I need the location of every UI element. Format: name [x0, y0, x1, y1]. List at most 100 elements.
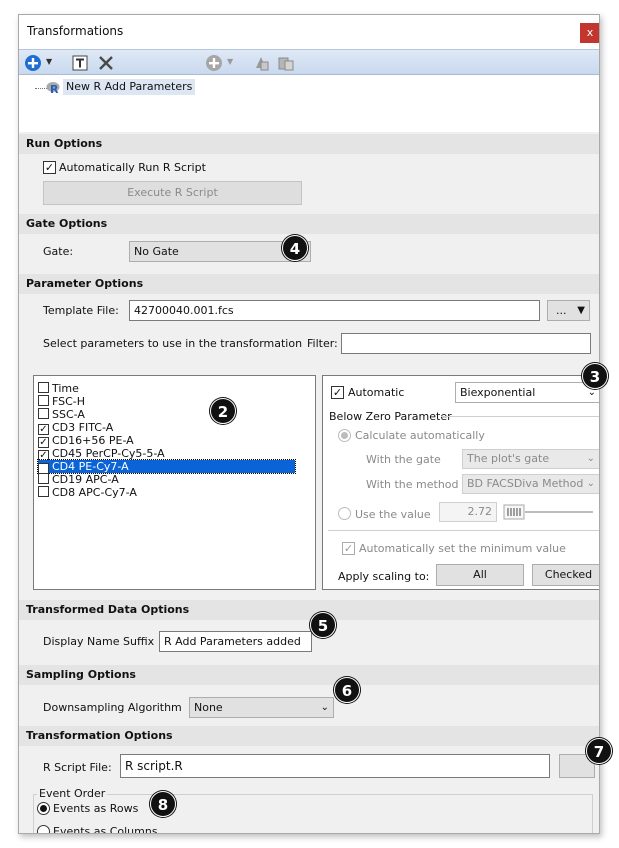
options-panel: Run Options ✓ Automatically Run R Script… [19, 132, 599, 834]
paste-icon [278, 57, 294, 71]
param-checkbox[interactable] [38, 382, 49, 393]
callout-badge: 7 [586, 738, 612, 764]
chevron-down-icon: ▼ [577, 305, 585, 316]
auto-run-label: Automatically Run R Script [59, 161, 206, 174]
chevron-down-icon: ⌄ [320, 702, 329, 713]
r-script-file-input[interactable]: R script.R [120, 754, 550, 778]
browse-label: ... [556, 304, 567, 317]
callout-badge: 8 [150, 791, 176, 817]
automatic-checkbox[interactable]: ✓ [331, 386, 344, 399]
list-item[interactable]: ✓ CD45 PerCP-Cy5-5-A [38, 447, 165, 461]
downsampling-value: None [194, 701, 223, 714]
transformation-options-header: Transformation Options [19, 726, 599, 746]
param-name: SSC-A [52, 408, 85, 421]
value-input[interactable]: 2.72 [439, 502, 497, 522]
callout-badge: 5 [310, 612, 336, 638]
list-item[interactable]: CD19 APC-A [38, 473, 119, 486]
list-item[interactable]: ✓ CD16+56 PE-A [38, 434, 134, 448]
chevron-down-icon: ⌄ [586, 478, 595, 489]
method-dropdown[interactable]: BD FACSDiva Method ⌄ [462, 474, 599, 494]
execute-r-script-button[interactable]: Execute R Script [43, 181, 302, 205]
use-value-radio[interactable] [338, 507, 351, 520]
delete-icon[interactable] [97, 54, 115, 72]
list-item[interactable]: CD8 APC-Cy7-A [38, 486, 137, 499]
param-name: Time [52, 382, 79, 395]
list-item[interactable]: Time [38, 382, 79, 395]
transformations-window: Transformations x ▼ ▼ R New R Add Parame… [18, 14, 600, 834]
template-file-input[interactable]: 42700040.001.fcs [129, 300, 540, 321]
auto-min-checkbox[interactable]: ✓ [342, 542, 355, 555]
gate-method-dropdown[interactable]: The plot's gate ⌄ [462, 449, 599, 469]
callout-badge: 3 [582, 363, 608, 389]
callout-badge: 6 [334, 677, 360, 703]
svg-text:R: R [50, 83, 59, 96]
auto-run-checkbox[interactable]: ✓ [43, 161, 56, 174]
add-disabled-arrow-icon: ▼ [227, 57, 234, 66]
param-name: CD45 PerCP-Cy5-5-A [52, 447, 165, 460]
chevron-down-icon: ⌄ [586, 453, 595, 464]
value-slider[interactable] [503, 503, 595, 521]
apply-scaling-label: Apply scaling to: [338, 570, 430, 583]
downsampling-dropdown[interactable]: None ⌄ [189, 697, 334, 718]
events-as-rows-radio[interactable] [37, 802, 50, 815]
title-bar: Transformations x [19, 15, 599, 49]
use-value-label: Use the value [355, 508, 431, 521]
parameter-list: Time FSC-H SSC-A ✓ CD3 FITC-A ✓ CD16+56 PE… [33, 375, 316, 590]
scaling-panel: ✓ Automatic Biexponential ⌄ Below Zero P… [322, 375, 599, 590]
param-checkbox[interactable] [38, 395, 49, 406]
with-method-label: With the method [366, 478, 459, 491]
list-item[interactable]: ✓ CD3 FITC-A [38, 421, 114, 435]
with-gate-label: With the gate [366, 453, 441, 466]
param-name: FSC-H [52, 395, 86, 408]
add-dropdown-arrow-icon[interactable]: ▼ [46, 57, 52, 66]
tree-item-new-r-add-parameters[interactable]: New R Add Parameters [63, 79, 196, 95]
close-button[interactable]: x [580, 23, 599, 43]
events-as-columns-label: Events as Columns [53, 825, 158, 834]
param-name: CD3 FITC-A [52, 421, 114, 434]
add-icon[interactable] [24, 54, 42, 72]
transformation-tree: R New R Add Parameters [19, 75, 599, 133]
filter-input[interactable] [341, 333, 591, 354]
display-name-suffix-label: Display Name Suffix [43, 635, 155, 648]
method-value: BD FACSDiva Method [467, 477, 584, 490]
scale-type-dropdown[interactable]: Biexponential ⌄ [455, 382, 599, 403]
apply-checked-button[interactable]: Checked [532, 564, 599, 586]
list-item[interactable]: FSC-H [38, 395, 85, 408]
param-name: CD8 APC-Cy7-A [52, 486, 137, 499]
param-checkbox[interactable] [38, 486, 49, 497]
copy-icon [256, 57, 269, 71]
downsampling-label: Downsampling Algorithm [43, 701, 182, 714]
window-title: Transformations [27, 24, 124, 38]
sampling-options-header: Sampling Options [19, 665, 599, 685]
text-icon[interactable] [71, 54, 89, 72]
gate-label: Gate: [43, 245, 74, 258]
list-item[interactable]: SSC-A [38, 408, 85, 421]
below-zero-header: Below Zero Parameter [329, 410, 452, 423]
param-checkbox[interactable] [38, 473, 49, 484]
select-parameters-label: Select parameters to use in the transfor… [43, 337, 303, 350]
calc-auto-radio[interactable] [338, 429, 351, 442]
parameter-options-header: Parameter Options [19, 274, 599, 294]
param-name: CD16+56 PE-A [52, 434, 134, 447]
events-as-columns-radio[interactable] [37, 825, 50, 833]
callout-badge: 4 [282, 235, 308, 261]
events-as-rows-label: Events as Rows [53, 802, 139, 815]
template-file-label: Template File: [43, 304, 119, 317]
param-checkbox[interactable] [38, 408, 49, 419]
apply-all-button[interactable]: All [436, 564, 524, 586]
event-order-label: Event Order [37, 787, 108, 800]
callout-badge: 2 [210, 398, 236, 424]
run-options-header: Run Options [19, 134, 599, 154]
r-script-icon: R [46, 82, 60, 96]
browse-dropdown-button[interactable]: ... ▼ [547, 300, 590, 321]
toolbar: ▼ ▼ [19, 49, 599, 75]
gate-options-header: Gate Options [19, 214, 599, 234]
calc-auto-label: Calculate automatically [355, 429, 485, 442]
auto-min-label: Automatically set the minimum value [359, 542, 566, 555]
display-name-suffix-input[interactable]: R Add Parameters added [159, 631, 312, 652]
add-disabled-icon [206, 55, 222, 71]
scale-type-value: Biexponential [460, 386, 536, 399]
list-item-selected[interactable]: ✓ CD4 PE-Cy7-A [37, 459, 296, 474]
transformed-data-header: Transformed Data Options [19, 600, 599, 620]
param-name: CD19 APC-A [52, 473, 119, 486]
